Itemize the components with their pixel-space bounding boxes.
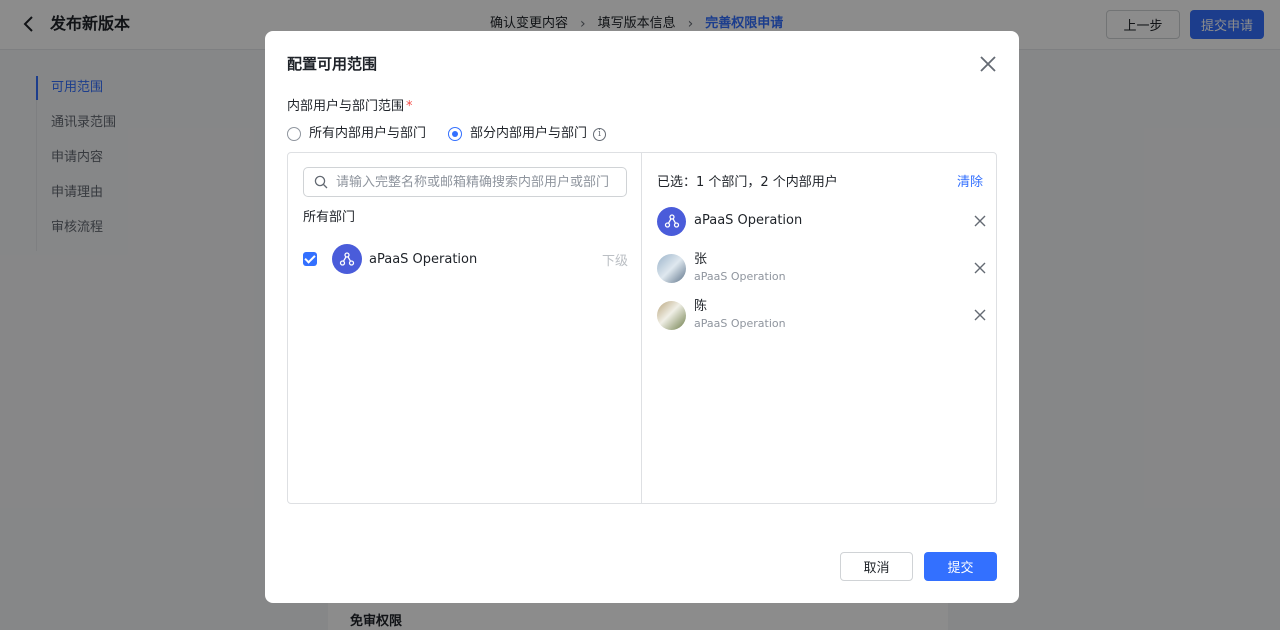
selected-item-text: 张 aPaaS Operation — [694, 251, 973, 285]
selected-item-department: aPaaS Operation — [694, 270, 786, 283]
search-input[interactable] — [336, 174, 616, 190]
avatar — [657, 300, 686, 330]
department-heading: 所有部门 — [303, 210, 356, 225]
selected-item-name: 张 — [694, 252, 708, 267]
field-label: 内部用户与部门范围 * — [287, 98, 413, 116]
selected-item-text: aPaaS Operation — [694, 212, 973, 230]
close-icon[interactable] — [977, 53, 999, 75]
radio-button-checked[interactable] — [448, 127, 463, 141]
required-mark: * — [406, 99, 413, 114]
radio-option-all[interactable]: 所有内部用户与部门 — [287, 125, 426, 143]
selected-item-text: 陈 aPaaS Operation — [694, 298, 973, 332]
avatar — [657, 253, 686, 283]
picker-right-pane: 已选：1 个部门，2 个内部用户 清除 aPaaS Operation 张 aP… — [643, 153, 997, 503]
remove-icon[interactable] — [973, 261, 987, 275]
scope-config-modal: 配置可用范围 内部用户与部门范围 * 所有内部用户与部门 部分内部用户与部门 i … — [265, 31, 1019, 603]
remove-icon[interactable] — [973, 308, 987, 322]
department-name: aPaaS Operation — [369, 251, 478, 267]
search-box[interactable] — [303, 167, 627, 197]
search-icon — [314, 175, 328, 189]
field-label-text: 内部用户与部门范围 — [287, 99, 405, 114]
remove-icon[interactable] — [973, 214, 987, 228]
clear-selection-link[interactable]: 清除 — [957, 174, 983, 192]
org-structure-icon — [332, 244, 362, 274]
scope-radio-group: 所有内部用户与部门 部分内部用户与部门 i — [287, 125, 628, 143]
selected-summary: 已选：1 个部门，2 个内部用户 — [657, 175, 838, 190]
picker-left-pane: 所有部门 aPaaS Operation 下级 — [288, 153, 642, 503]
radio-label: 所有内部用户与部门 — [309, 126, 427, 141]
selected-item: 张 aPaaS Operation — [657, 252, 987, 284]
info-icon[interactable]: i — [593, 127, 607, 141]
org-structure-icon — [657, 206, 686, 236]
cancel-button[interactable]: 取消 — [840, 552, 913, 581]
department-row[interactable]: aPaaS Operation 下级 — [303, 243, 628, 275]
radio-label: 部分内部用户与部门 — [470, 126, 588, 141]
selected-item-department: aPaaS Operation — [694, 317, 786, 330]
selected-item: aPaaS Operation — [657, 205, 987, 237]
selected-item-name: aPaaS Operation — [694, 213, 803, 228]
modal-title: 配置可用范围 — [287, 55, 378, 73]
submit-button[interactable]: 提交 — [924, 552, 997, 581]
member-picker: 所有部门 aPaaS Operation 下级 已选：1 个部门，2 个内部用户… — [287, 152, 997, 504]
radio-button[interactable] — [287, 127, 301, 141]
department-checkbox[interactable] — [303, 252, 317, 266]
selected-item: 陈 aPaaS Operation — [657, 299, 987, 331]
radio-option-partial[interactable]: 部分内部用户与部门 i — [448, 125, 607, 143]
selected-item-name: 陈 — [694, 299, 708, 314]
sub-department-link[interactable]: 下级 — [602, 250, 628, 269]
